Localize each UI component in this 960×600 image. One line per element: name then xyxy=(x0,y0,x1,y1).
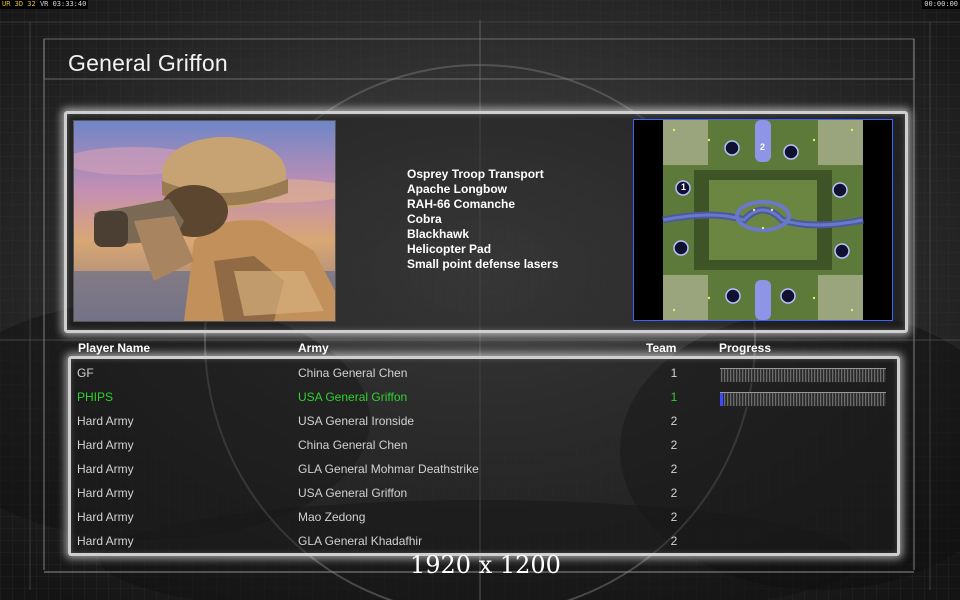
unit-item: Osprey Troop Transport xyxy=(407,167,544,181)
player-army: Mao Zedong xyxy=(298,510,366,524)
map-marker-player-2: 2 xyxy=(760,142,766,152)
player-name: Hard Army xyxy=(77,414,134,428)
player-team: 1 xyxy=(670,390,678,404)
player-team: 2 xyxy=(670,510,678,524)
player-name: Hard Army xyxy=(77,510,134,524)
player-row: Hard Army Mao Zedong 2 xyxy=(0,510,960,528)
player-army: China General Chen xyxy=(298,438,408,452)
player-name: Hard Army xyxy=(77,462,134,476)
player-row-local: PHIPS USA General Griffon 1 xyxy=(0,390,960,408)
hud-status-left: UR 3D 32 VR 03:33:40 xyxy=(0,0,89,9)
player-row: Hard Army China General Chen 2 xyxy=(0,438,960,456)
player-team: 2 xyxy=(670,462,678,476)
hud-clock-left: 03:33:40 xyxy=(52,0,87,8)
unit-item: RAH-66 Comanche xyxy=(407,197,516,211)
player-name: Hard Army xyxy=(77,438,134,452)
unit-item: Blackhawk xyxy=(407,227,470,241)
column-header-progress: Progress xyxy=(719,341,772,355)
general-portrait-image xyxy=(73,120,336,322)
player-army: USA General Griffon xyxy=(298,486,408,500)
player-name: Hard Army xyxy=(77,534,134,548)
player-army: GLA General Khadafhir xyxy=(298,534,423,548)
resolution-caption: 1920 x 1200 xyxy=(410,551,561,579)
player-row: Hard Army GLA General Khadafhir 2 xyxy=(0,534,960,552)
player-name: Hard Army xyxy=(77,486,134,500)
player-row: Hard Army GLA General Mohmar Deathstrike… xyxy=(0,462,960,480)
unit-item: Cobra xyxy=(407,212,442,226)
player-name: PHIPS xyxy=(77,390,114,404)
player-row: Hard Army USA General Griffon 2 xyxy=(0,486,960,504)
player-team: 2 xyxy=(670,414,678,428)
map-preview: 2 1 xyxy=(633,119,893,321)
player-progress-bar xyxy=(720,392,886,407)
hud-extra: VR xyxy=(39,0,49,8)
player-team: 2 xyxy=(670,486,678,500)
hud-clock-right: 00:00:00 xyxy=(922,0,960,9)
general-title: General Griffon xyxy=(68,50,228,76)
player-team: 2 xyxy=(670,438,678,452)
player-army: USA General Griffon xyxy=(298,390,408,404)
unit-item: Apache Longbow xyxy=(407,182,507,196)
player-row: GF China General Chen 1 xyxy=(0,366,960,384)
hud-flags: UR 3D 32 xyxy=(2,0,36,8)
column-header-team: Team xyxy=(646,341,677,355)
unit-item: Small point defense lasers xyxy=(407,257,559,271)
player-progress-bar xyxy=(720,368,886,383)
player-army: China General Chen xyxy=(298,366,408,380)
map-marker-player-1: 1 xyxy=(681,182,687,192)
unit-list: Osprey Troop Transport Apache Longbow RA… xyxy=(407,167,558,272)
player-army: USA General Ironside xyxy=(298,414,415,428)
player-army: GLA General Mohmar Deathstrike xyxy=(298,462,479,476)
player-team: 2 xyxy=(670,534,678,548)
column-header-army: Army xyxy=(298,341,329,355)
column-header-player: Player Name xyxy=(78,341,151,355)
player-row: Hard Army USA General Ironside 2 xyxy=(0,414,960,432)
player-name: GF xyxy=(77,366,94,380)
unit-item: Helicopter Pad xyxy=(407,242,492,256)
player-team: 1 xyxy=(670,366,678,380)
